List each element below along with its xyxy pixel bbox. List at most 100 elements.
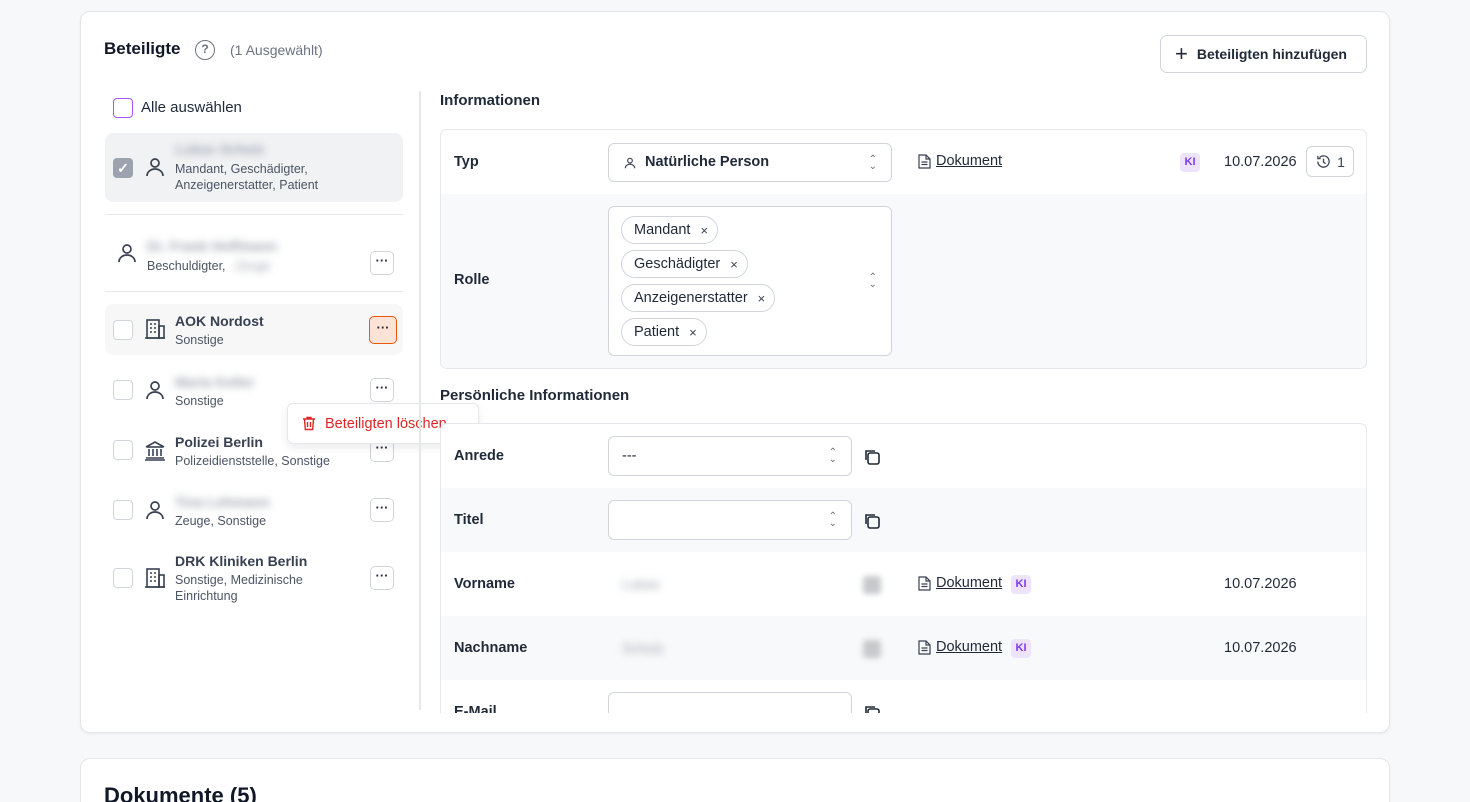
nachname-label: Nachname — [454, 640, 528, 656]
list-item-participant-3[interactable]: AOK Nordost Sonstige ··· — [105, 304, 403, 355]
more-options-button[interactable]: ··· — [370, 378, 394, 402]
vorname-document-link[interactable]: Dokument — [918, 575, 1002, 591]
person-icon — [146, 158, 164, 177]
trash-icon — [303, 416, 315, 431]
select-all-label: Alle auswählen — [141, 99, 242, 116]
vorname-value[interactable]: Lukas — [622, 576, 659, 592]
anrede-select[interactable]: --- ⌃ ⌄ — [608, 436, 852, 476]
email-input[interactable] — [608, 692, 852, 713]
ki-badge: KI — [1011, 575, 1031, 594]
anrede-label: Anrede — [454, 448, 504, 464]
role-chip-geschaedigter: Geschädigter × — [621, 250, 748, 278]
rolle-row: Rolle Mandant × Geschädigter × Anzeigeners… — [441, 194, 1366, 368]
participant-name: Polizei Berlin — [175, 434, 263, 450]
ki-badge: KI — [1011, 639, 1031, 658]
role-chip-anzeigenerstatter: Anzeigenerstatter × — [621, 284, 776, 312]
item-checkbox[interactable] — [113, 320, 133, 340]
info-table: Typ Natürliche Person ⌃ ⌄ Dokument KI 10.… — [440, 129, 1367, 369]
delete-participant-label: Beteiligten löschen — [325, 415, 447, 432]
info-section-title: Informationen — [440, 92, 540, 109]
rolle-label: Rolle — [454, 272, 490, 288]
rolle-multiselect[interactable]: Mandant × Geschädigter × Anzeigenerstatter… — [608, 206, 892, 356]
nachname-value[interactable]: Schulz — [622, 640, 664, 656]
more-options-button[interactable]: ··· — [370, 498, 394, 522]
select-all-checkbox[interactable] — [113, 98, 133, 118]
item-checkbox[interactable] — [113, 440, 133, 460]
list-item-participant-6[interactable]: Tina Lehmann Zeuge, Sonstige ··· — [105, 485, 403, 535]
role-chip-patient: Patient × — [621, 318, 707, 346]
documents-title: Dokumente (5) — [104, 783, 257, 802]
typ-document-link[interactable]: Dokument — [918, 153, 1002, 169]
participant-roles: Polizeidienststelle, Sonstige — [175, 454, 330, 468]
titel-select[interactable]: ⌃ ⌄ — [608, 500, 852, 540]
document-icon — [918, 639, 931, 655]
copy-icon[interactable] — [863, 512, 881, 530]
chevron-updown-icon: ⌃ ⌄ — [828, 447, 837, 465]
participant-roles: Zeuge, Sonstige — [175, 514, 267, 528]
nachname-document-link[interactable]: Dokument — [918, 639, 1002, 655]
documents-card: Dokumente (5) — [80, 758, 1390, 802]
building-icon — [145, 319, 165, 339]
typ-label: Typ — [454, 154, 479, 170]
titel-row: Titel ⌃ ⌄ — [441, 488, 1366, 552]
document-label: Dokument — [936, 639, 1003, 655]
more-options-button[interactable]: ··· — [370, 566, 394, 590]
list-item-participant-2[interactable]: Dr. Frank Hoffmann Beschuldigter, Zeuge … — [105, 227, 403, 293]
personal-section-title: Persönliche Informationen — [440, 387, 630, 404]
copy-icon[interactable] — [863, 704, 881, 713]
person-icon — [146, 381, 164, 400]
copy-icon[interactable] — [863, 576, 881, 594]
plus-icon: + — [1175, 41, 1188, 66]
vorname-date: 10.07.2026 — [1224, 576, 1297, 592]
item-checkbox[interactable] — [113, 500, 133, 520]
personal-table: Anrede --- ⌃ ⌄ Titel ⌃ ⌄ Vorname Lukas Dok… — [440, 423, 1367, 713]
history-button[interactable]: 1 — [1306, 146, 1354, 177]
vertical-divider — [419, 91, 421, 710]
participant-name: Tina Lehmann — [175, 494, 270, 510]
bank-icon — [145, 441, 165, 461]
participant-roles-cont: Einrichtung — [175, 589, 238, 603]
person-icon — [624, 157, 636, 169]
remove-chip-icon[interactable]: × — [689, 325, 697, 340]
participant-roles: Sonstige — [175, 394, 224, 408]
nachname-date: 10.07.2026 — [1224, 640, 1297, 656]
participant-name: AOK Nordost — [175, 313, 264, 329]
participant-roles: Beschuldigter, — [147, 259, 226, 273]
participant-name: Maria Keller — [175, 374, 255, 390]
typ-row: Typ Natürliche Person ⌃ ⌄ Dokument KI 10.… — [441, 130, 1366, 194]
remove-chip-icon[interactable]: × — [700, 223, 708, 238]
question-circle-icon[interactable]: ? — [195, 40, 215, 60]
email-label: E-Mail — [454, 704, 497, 713]
chevron-updown-icon: ⌃ ⌄ — [828, 511, 837, 529]
document-label: Dokument — [936, 575, 1003, 591]
ki-badge: KI — [1180, 153, 1200, 172]
list-item-participant-7[interactable]: DRK Kliniken Berlin Sonstige, Medizinisc… — [105, 545, 403, 615]
item-checkbox[interactable] — [113, 380, 133, 400]
role-chip-mandant: Mandant × — [621, 216, 719, 244]
copy-icon[interactable] — [863, 448, 881, 466]
item-checkbox[interactable]: ✓ — [113, 158, 133, 178]
participant-roles: Sonstige, Medizinische — [175, 573, 303, 587]
typ-select[interactable]: Natürliche Person ⌃ ⌄ — [608, 143, 892, 182]
more-options-button-active[interactable]: ··· — [369, 316, 397, 344]
copy-icon[interactable] — [863, 640, 881, 658]
add-participant-button[interactable]: + Beteiligten hinzufügen — [1160, 35, 1367, 73]
remove-chip-icon[interactable]: × — [730, 257, 738, 272]
divider — [105, 214, 403, 215]
anrede-value: --- — [622, 448, 637, 464]
more-options-button[interactable]: ··· — [370, 251, 394, 275]
participant-roles-cont: Zeuge — [235, 259, 271, 273]
section-title: Beteiligte — [104, 39, 181, 58]
list-item-participant-1[interactable]: ✓ Lukas Schulz Mandant, Geschädigter, An… — [105, 133, 403, 202]
history-count: 1 — [1337, 153, 1345, 170]
participant-roles-cont: Anzeigenerstatter, Patient — [175, 178, 319, 192]
divider — [105, 291, 403, 292]
item-checkbox[interactable] — [113, 568, 133, 588]
nachname-row: Nachname Schulz Dokument KI 10.07.2026 — [441, 616, 1366, 680]
participant-name: Dr. Frank Hoffmann — [147, 238, 277, 254]
person-icon — [118, 244, 136, 263]
typ-date: 10.07.2026 — [1224, 154, 1297, 170]
history-icon — [1317, 155, 1330, 168]
building-icon — [145, 568, 165, 588]
remove-chip-icon[interactable]: × — [758, 291, 766, 306]
